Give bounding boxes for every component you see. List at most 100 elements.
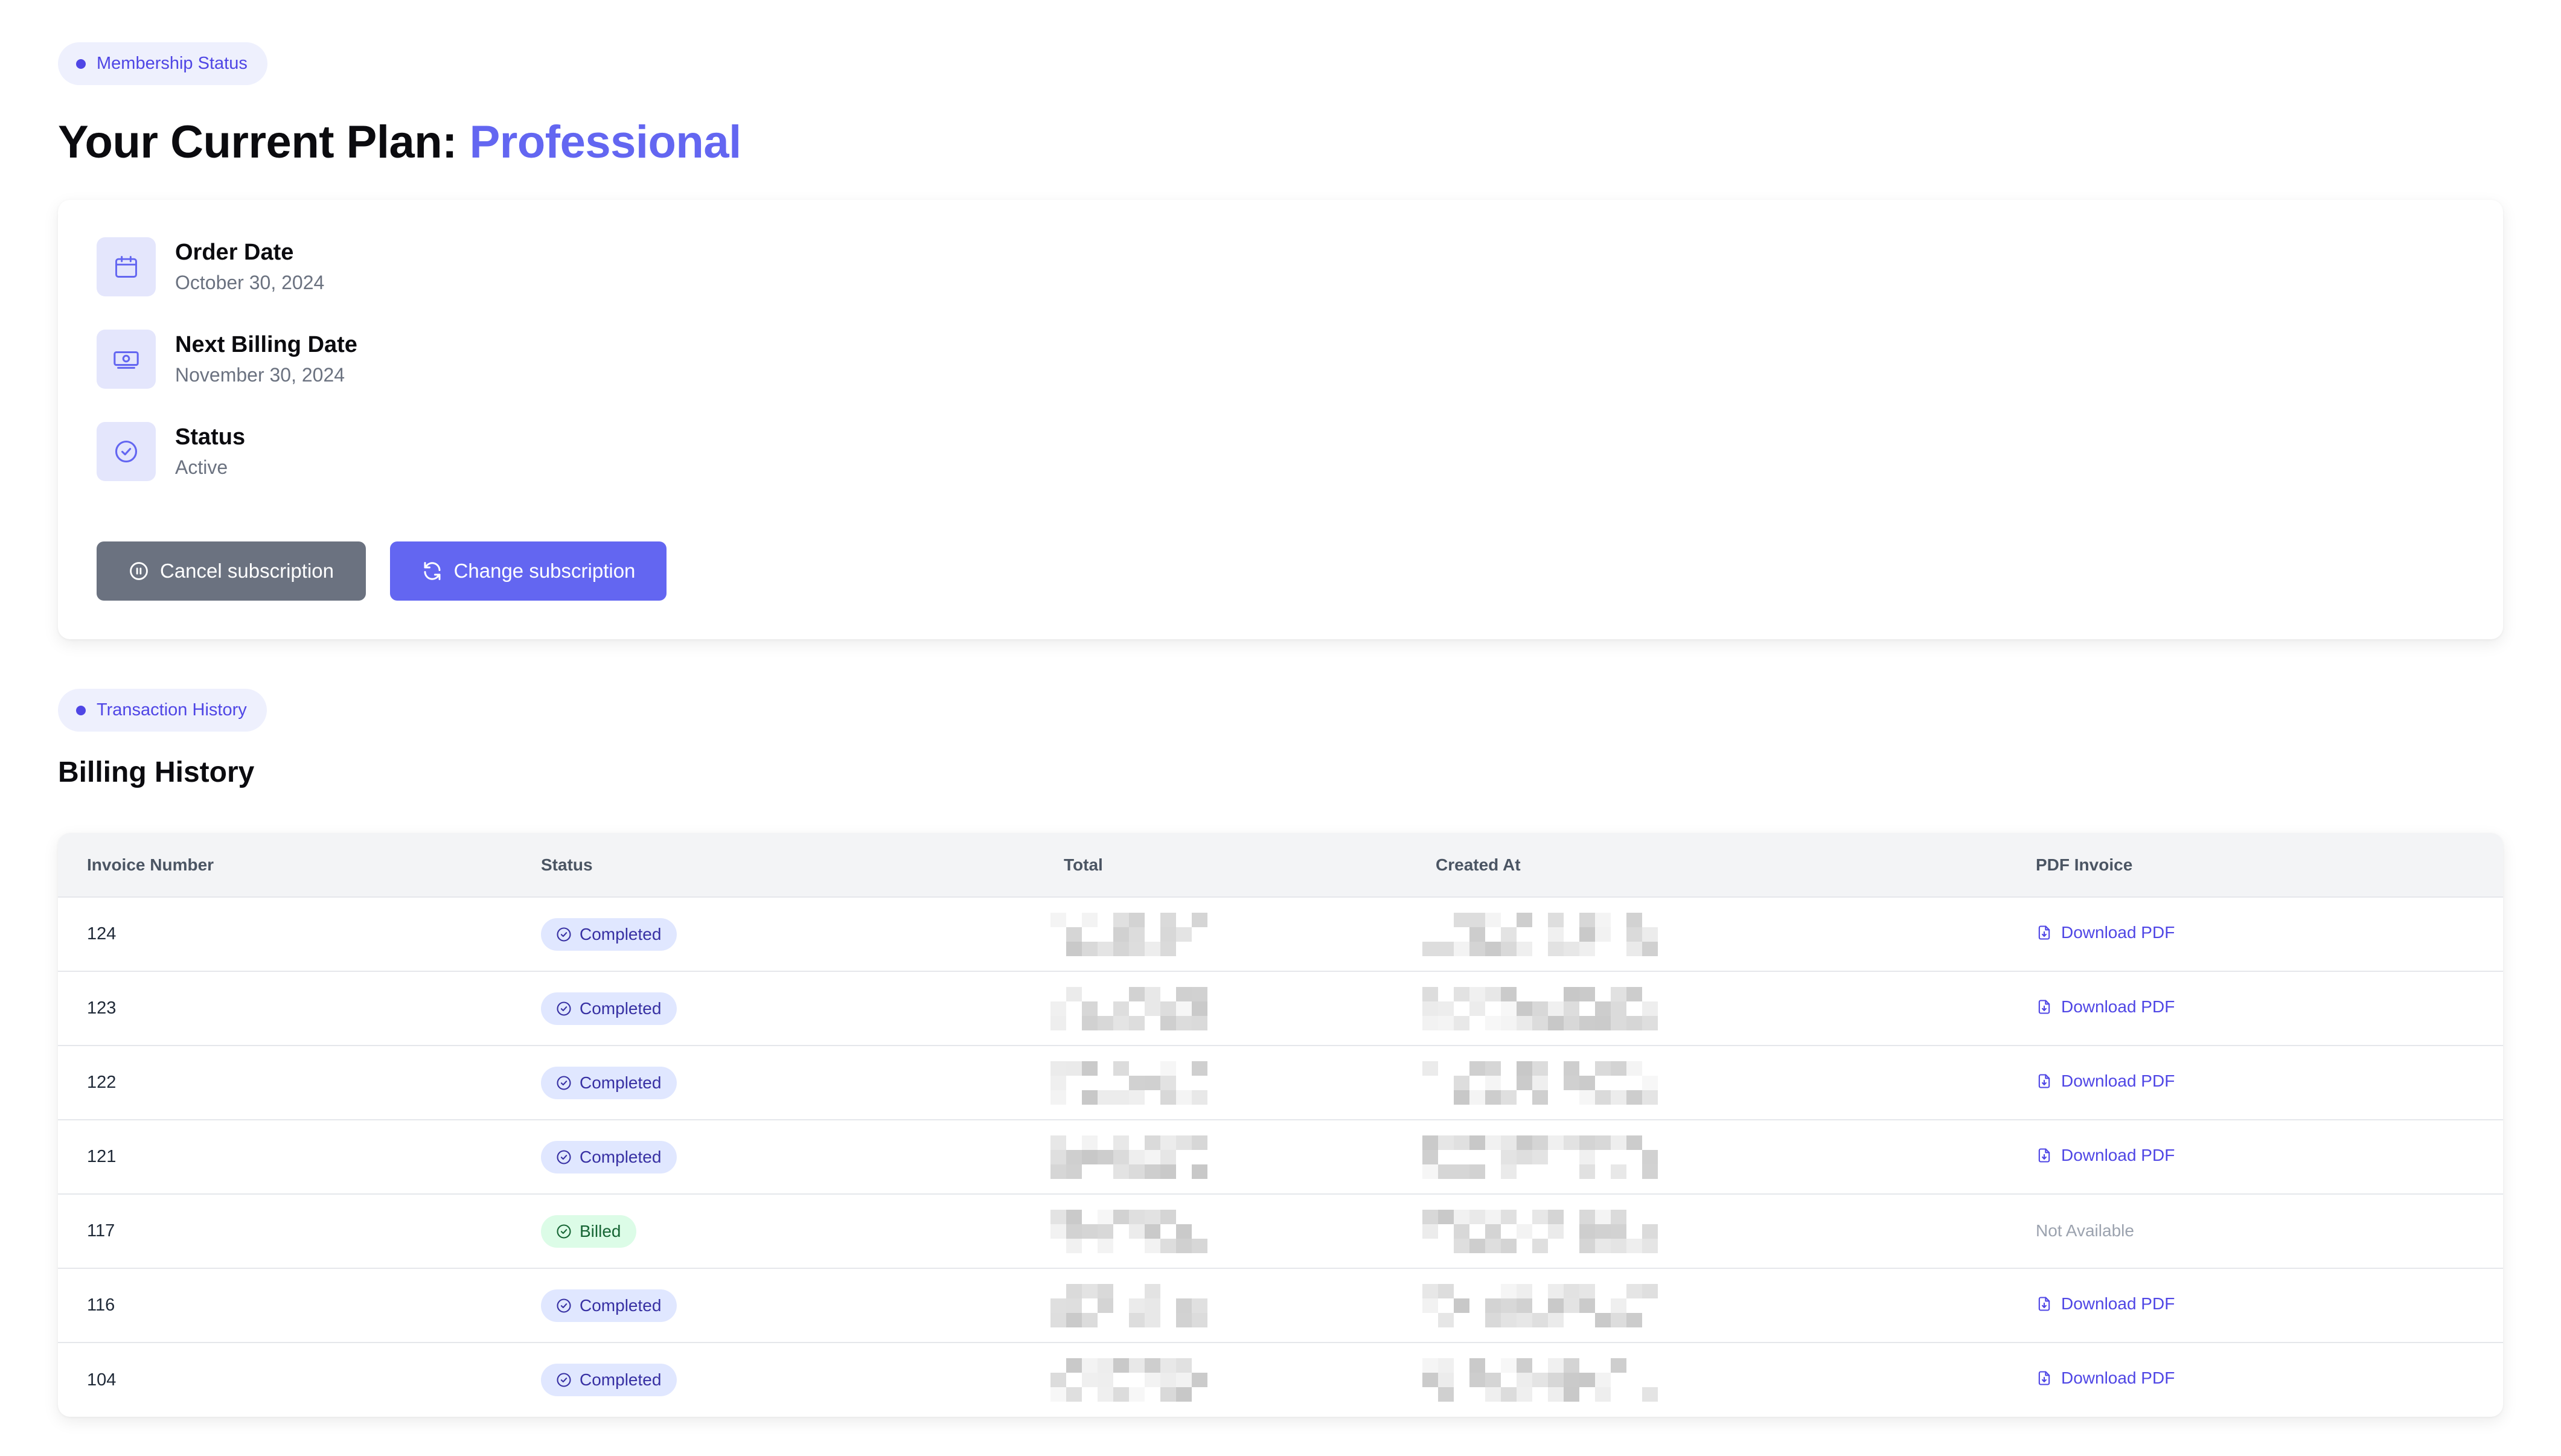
- total-cell: [1035, 1046, 1407, 1120]
- document-icon: [2038, 925, 2050, 940]
- download-pdf-link[interactable]: Download PDF: [2036, 923, 2175, 942]
- download-pdf-label: Download PDF: [2061, 997, 2175, 1016]
- table-row: 124 Completed Download PDF: [58, 897, 2503, 971]
- download-pdf-link[interactable]: Download PDF: [2036, 997, 2175, 1017]
- download-pdf-link[interactable]: Download PDF: [2036, 1294, 2175, 1314]
- check-circle-icon: [557, 1298, 571, 1313]
- download-pdf-link[interactable]: Download PDF: [2036, 1368, 2175, 1388]
- redacted-created-at: [1422, 1135, 2007, 1179]
- status-badge: Completed: [541, 992, 677, 1025]
- status-badge: Completed: [541, 1066, 677, 1099]
- created-at-cell: [1407, 971, 2007, 1046]
- status-badge-label: Billed: [580, 1221, 621, 1240]
- calendar-icon: [97, 237, 156, 296]
- created-at-cell: [1407, 897, 2007, 971]
- column-header-status: Status: [541, 855, 593, 874]
- invoice-number-cell: 123: [87, 998, 117, 1018]
- document-icon: [2038, 1073, 2050, 1088]
- status-badge-label: Completed: [580, 924, 662, 944]
- redacted-created-at: [1422, 1358, 2007, 1402]
- redacted-total: [1050, 1209, 1407, 1253]
- redacted-total: [1050, 1135, 1407, 1179]
- order-date-label: Order Date: [175, 240, 294, 265]
- status-cell: Completed: [512, 1343, 1035, 1417]
- invoice-number-cell: 124: [87, 924, 117, 944]
- status-badge-label: Completed: [580, 1370, 662, 1389]
- document-icon: [2038, 1296, 2050, 1311]
- redacted-total: [1050, 1283, 1407, 1327]
- total-cell: [1035, 897, 1407, 971]
- redacted-created-at: [1422, 1061, 2007, 1105]
- created-at-cell: [1407, 1268, 2007, 1343]
- check-circle-icon: [557, 1373, 571, 1387]
- pdf-invoice-cell: Download PDF: [2007, 1046, 2503, 1120]
- download-pdf-label: Download PDF: [2061, 922, 2175, 942]
- status-label: Status: [175, 424, 246, 450]
- invoice-number-cell: 122: [87, 1073, 117, 1092]
- status-value: Active: [175, 456, 228, 478]
- not-available-text: Not Available: [2036, 1221, 2134, 1240]
- status-badge: Completed: [541, 918, 677, 951]
- invoice-number-cell: 117: [87, 1221, 115, 1240]
- redacted-total: [1050, 1061, 1407, 1105]
- total-cell: [1035, 1343, 1407, 1417]
- status-cell: Completed: [512, 1268, 1035, 1343]
- table-row: 116 Completed Download PDF: [58, 1268, 2503, 1343]
- cancel-subscription-button[interactable]: Cancel subscription: [97, 541, 366, 601]
- status-cell: Completed: [512, 897, 1035, 971]
- table-row: 104 Completed Download PDF: [58, 1343, 2503, 1417]
- next-billing-date-value: November 30, 2024: [175, 364, 345, 386]
- pdf-invoice-cell: Download PDF: [2007, 1120, 2503, 1194]
- transaction-history-badge: Transaction History: [58, 689, 267, 732]
- status-cell: Billed: [512, 1194, 1035, 1268]
- pause-circle-icon: [130, 562, 148, 580]
- check-circle-icon: [557, 1075, 571, 1090]
- status-badge: Billed: [541, 1215, 637, 1248]
- download-pdf-link[interactable]: Download PDF: [2036, 1146, 2175, 1165]
- membership-status-badge-label: Membership Status: [97, 54, 248, 73]
- pdf-invoice-cell: Not Available: [2007, 1194, 2503, 1268]
- plan-name: Professional: [469, 117, 742, 168]
- download-pdf-link[interactable]: Download PDF: [2036, 1071, 2175, 1091]
- status-cell: Completed: [512, 971, 1035, 1046]
- redacted-total: [1050, 1358, 1407, 1402]
- download-pdf-label: Download PDF: [2061, 1145, 2175, 1164]
- page: Membership Status Your Current Plan: Pro…: [58, 42, 2503, 1417]
- table-row: 123 Completed Download PDF: [58, 971, 2503, 1046]
- pdf-invoice-cell: Download PDF: [2007, 897, 2503, 971]
- total-cell: [1035, 1268, 1407, 1343]
- invoice-number-cell: 104: [87, 1370, 117, 1390]
- order-date-value: October 30, 2024: [175, 272, 325, 293]
- status-badge-label: Completed: [580, 998, 662, 1018]
- pdf-invoice-cell: Download PDF: [2007, 1343, 2503, 1417]
- transaction-history-badge-label: Transaction History: [97, 700, 247, 720]
- membership-status-badge: Membership Status: [58, 42, 267, 85]
- status-badge: Completed: [541, 1140, 677, 1173]
- pdf-invoice-cell: Download PDF: [2007, 971, 2503, 1046]
- total-cell: [1035, 1120, 1407, 1194]
- status-badge: Completed: [541, 1289, 677, 1322]
- document-icon: [2038, 999, 2050, 1014]
- change-subscription-label: Change subscription: [453, 560, 636, 582]
- redacted-created-at: [1422, 1209, 2007, 1253]
- refresh-icon: [424, 562, 441, 580]
- status-badge-label: Completed: [580, 1295, 662, 1315]
- invoice-number-cell: 121: [87, 1147, 117, 1166]
- check-circle-icon: [557, 1001, 571, 1016]
- document-icon: [2038, 1371, 2050, 1385]
- column-header-invoice-number: Invoice Number: [87, 855, 214, 874]
- status-cell: Completed: [512, 1046, 1035, 1120]
- created-at-cell: [1407, 1120, 2007, 1194]
- redacted-created-at: [1422, 912, 2007, 956]
- change-subscription-button[interactable]: Change subscription: [390, 541, 667, 601]
- pdf-invoice-cell: Download PDF: [2007, 1268, 2503, 1343]
- download-pdf-label: Download PDF: [2061, 1294, 2175, 1313]
- status-row: Status Active: [97, 422, 2464, 481]
- check-circle-icon: [97, 422, 156, 481]
- plan-title-prefix: Your Current Plan:: [58, 117, 470, 168]
- table-body: 124 Completed Download PDF 123 Completed Down…: [58, 897, 2503, 1417]
- billing-history-table: Invoice Number Status Total Created At P…: [58, 833, 2503, 1417]
- redacted-created-at: [1422, 1283, 2007, 1327]
- download-pdf-label: Download PDF: [2061, 1368, 2175, 1387]
- status-badge-label: Completed: [580, 1073, 662, 1092]
